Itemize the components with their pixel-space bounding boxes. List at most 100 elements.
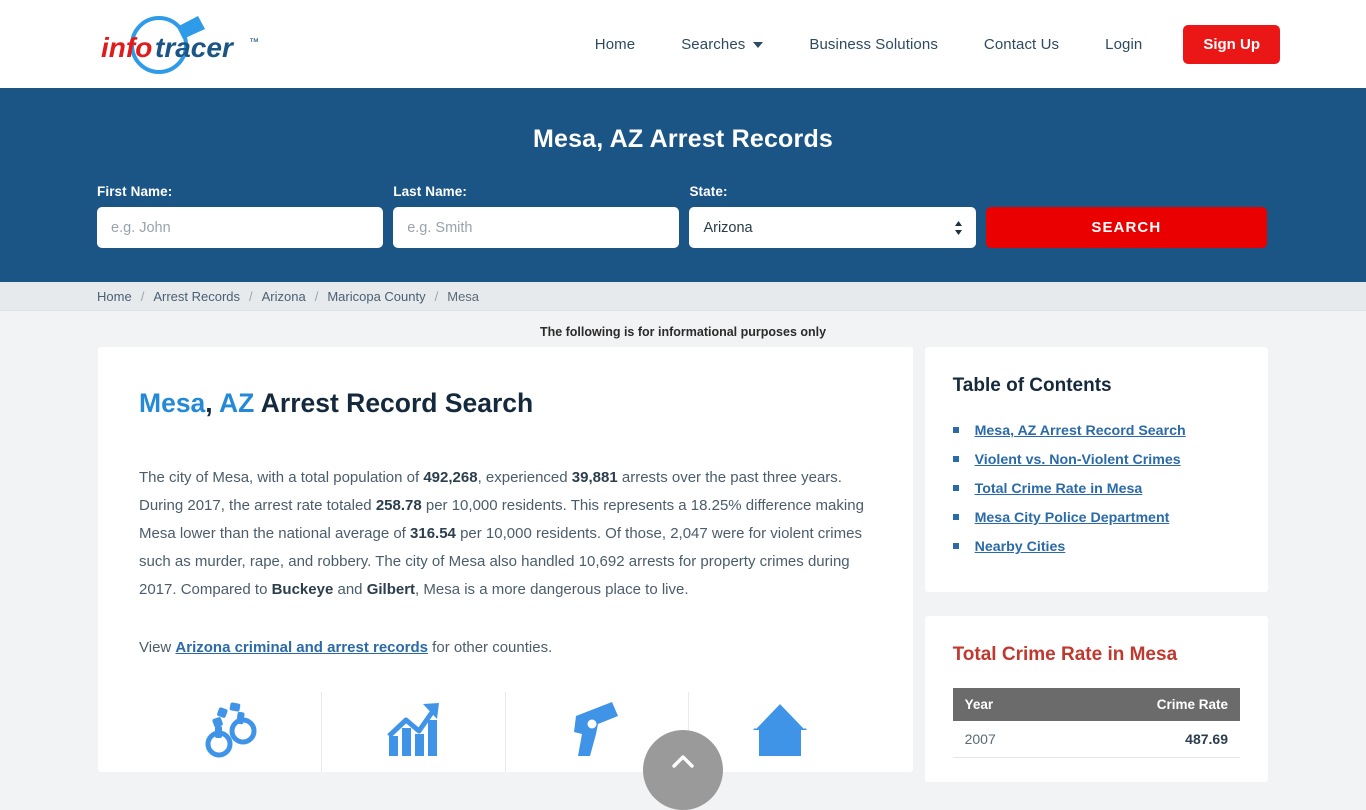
scroll-to-top-button[interactable] <box>643 730 723 810</box>
icon-cell-handcuffs[interactable] <box>139 691 323 772</box>
svg-text:™: ™ <box>249 37 259 48</box>
nav-login[interactable]: Login <box>1082 36 1165 53</box>
population-value: 492,268 <box>423 468 478 486</box>
first-name-input[interactable] <box>97 207 384 248</box>
compare-city-gilbert: Gilbert <box>366 580 416 598</box>
search-band: Mesa, AZ Arrest Records First Name: Last… <box>0 88 1366 282</box>
view-suffix: for other counties. <box>428 638 553 656</box>
view-prefix: View <box>139 638 176 656</box>
nav-searches[interactable]: Searches <box>658 36 786 53</box>
state-select[interactable]: Arizona <box>689 207 976 248</box>
house-icon <box>751 700 809 763</box>
svg-text:tracer: tracer <box>155 32 235 63</box>
bullet-icon <box>952 456 959 462</box>
last-name-field-group: Last Name: <box>393 184 680 248</box>
cell-crime-rate: 487.69 <box>1057 721 1240 758</box>
page-title-state: AZ <box>219 388 255 418</box>
toc-link-violent-vs-nonviolent[interactable]: Violent vs. Non-Violent Crimes <box>975 452 1181 468</box>
toc-list-item[interactable]: Violent vs. Non-Violent Crimes <box>952 452 1240 468</box>
breadcrumb: Home / Arrest Records / Arizona / Marico… <box>0 282 1366 311</box>
last-name-label: Last Name: <box>393 184 467 199</box>
search-button[interactable]: SEARCH <box>985 207 1267 248</box>
infotracer-logo[interactable]: info tracer ™ <box>97 13 267 75</box>
toc-title: Table of Contents <box>952 375 1112 396</box>
breadcrumb-item-arrest-records[interactable]: Arrest Records <box>153 289 240 304</box>
growth-chart-icon <box>385 700 443 763</box>
handgun-icon <box>568 700 626 763</box>
column-header-crime-rate: Crime Rate <box>1057 688 1240 721</box>
nav-contact-us[interactable]: Contact Us <box>961 36 1082 53</box>
para-seg-1: The city of Mesa, with a total populatio… <box>139 468 424 486</box>
page-title-rest: Arrest Record Search <box>254 388 534 418</box>
nav-home[interactable]: Home <box>572 36 658 53</box>
breadcrumb-item-home[interactable]: Home <box>97 289 132 304</box>
bullet-icon <box>952 543 959 549</box>
toc-list: Mesa, AZ Arrest Record Search Violent vs… <box>952 423 1240 555</box>
toc-list-item[interactable]: Mesa City Police Department <box>952 510 1240 526</box>
breadcrumb-separator: / <box>314 288 319 304</box>
bullet-icon <box>952 485 959 491</box>
icon-cell-growth-chart[interactable] <box>322 691 506 772</box>
state-field-group: State: Arizona <box>689 184 976 248</box>
breadcrumb-item-arizona[interactable]: Arizona <box>262 289 306 304</box>
toc-link-police-department[interactable]: Mesa City Police Department <box>975 510 1170 526</box>
crime-rate-title: Total Crime Rate in Mesa <box>952 644 1178 665</box>
compare-city-buckeye: Buckeye <box>271 580 334 598</box>
last-name-input[interactable] <box>393 207 680 248</box>
view-records-paragraph: View Arizona criminal and arrest records… <box>139 634 872 662</box>
chevron-down-icon <box>753 42 764 48</box>
para-seg-6: and <box>333 580 367 598</box>
sign-up-button[interactable]: Sign Up <box>1183 24 1280 64</box>
page-title-comma: , <box>205 388 220 418</box>
bullet-icon <box>952 427 959 433</box>
table-row: 2007 487.69 <box>952 721 1240 758</box>
para-seg-7: , Mesa is a more dangerous place to live… <box>415 580 689 598</box>
handcuffs-icon <box>201 700 259 763</box>
page-title-city: Mesa <box>139 388 206 418</box>
informational-notice: The following is for informational purpo… <box>539 325 827 339</box>
para-seg-2: , experienced <box>477 468 572 486</box>
crime-category-icons <box>139 691 872 772</box>
breadcrumb-separator: / <box>249 288 253 304</box>
table-of-contents-card: Table of Contents Mesa, AZ Arrest Record… <box>924 347 1268 592</box>
first-name-label: First Name: <box>97 184 173 199</box>
toc-list-item[interactable]: Nearby Cities <box>952 539 1240 555</box>
arrests-value: 39,881 <box>571 468 618 486</box>
breadcrumb-item-maricopa-county[interactable]: Maricopa County <box>327 289 425 304</box>
cell-year: 2007 <box>952 721 1058 758</box>
page-title: Mesa, AZ Arrest Record Search <box>139 388 872 420</box>
breadcrumb-item-mesa: Mesa <box>447 288 480 304</box>
toc-link-arrest-record-search[interactable]: Mesa, AZ Arrest Record Search <box>975 423 1186 439</box>
main-nav: Home Searches Business Solutions Contact… <box>572 24 1280 64</box>
nav-business-solutions[interactable]: Business Solutions <box>786 36 961 53</box>
sidebar: Table of Contents Mesa, AZ Arrest Record… <box>924 347 1268 782</box>
nav-contact-us-label: Contact Us <box>983 35 1060 53</box>
breadcrumb-separator: / <box>140 288 145 304</box>
bullet-icon <box>952 514 959 520</box>
toc-link-total-crime-rate[interactable]: Total Crime Rate in Mesa <box>975 481 1143 497</box>
state-label: State: <box>689 184 728 199</box>
toc-list-item[interactable]: Total Crime Rate in Mesa <box>952 481 1240 497</box>
toc-list-item[interactable]: Mesa, AZ Arrest Record Search <box>952 423 1240 439</box>
nav-searches-label: Searches <box>681 35 746 53</box>
nav-business-solutions-label: Business Solutions <box>809 35 938 53</box>
page-body: Mesa, AZ Arrest Record Search The city o… <box>0 347 1366 782</box>
nav-login-label: Login <box>1105 35 1143 53</box>
band-title: Mesa, AZ Arrest Records <box>532 125 834 153</box>
crime-rate-table: Year Crime Rate 2007 487.69 <box>952 688 1240 758</box>
site-header: info tracer ™ Home Searches Business Sol… <box>0 0 1366 88</box>
main-content-card: Mesa, AZ Arrest Record Search The city o… <box>98 347 913 772</box>
toc-link-nearby-cities[interactable]: Nearby Cities <box>975 539 1066 555</box>
search-form: First Name: Last Name: State: Arizona <box>97 184 1267 248</box>
arizona-records-link[interactable]: Arizona criminal and arrest records <box>175 639 428 656</box>
summary-paragraph: The city of Mesa, with a total populatio… <box>139 464 872 604</box>
total-crime-rate-card: Total Crime Rate in Mesa Year Crime Rate… <box>924 616 1268 782</box>
arrest-rate-value: 258.78 <box>375 496 422 514</box>
chevron-up-icon <box>672 755 694 768</box>
nav-home-label: Home <box>594 35 636 53</box>
table-header-row: Year Crime Rate <box>952 688 1240 721</box>
column-header-year: Year <box>952 688 1058 721</box>
first-name-field-group: First Name: <box>97 184 384 248</box>
svg-text:info: info <box>101 32 152 63</box>
national-average-value: 316.54 <box>410 524 456 542</box>
